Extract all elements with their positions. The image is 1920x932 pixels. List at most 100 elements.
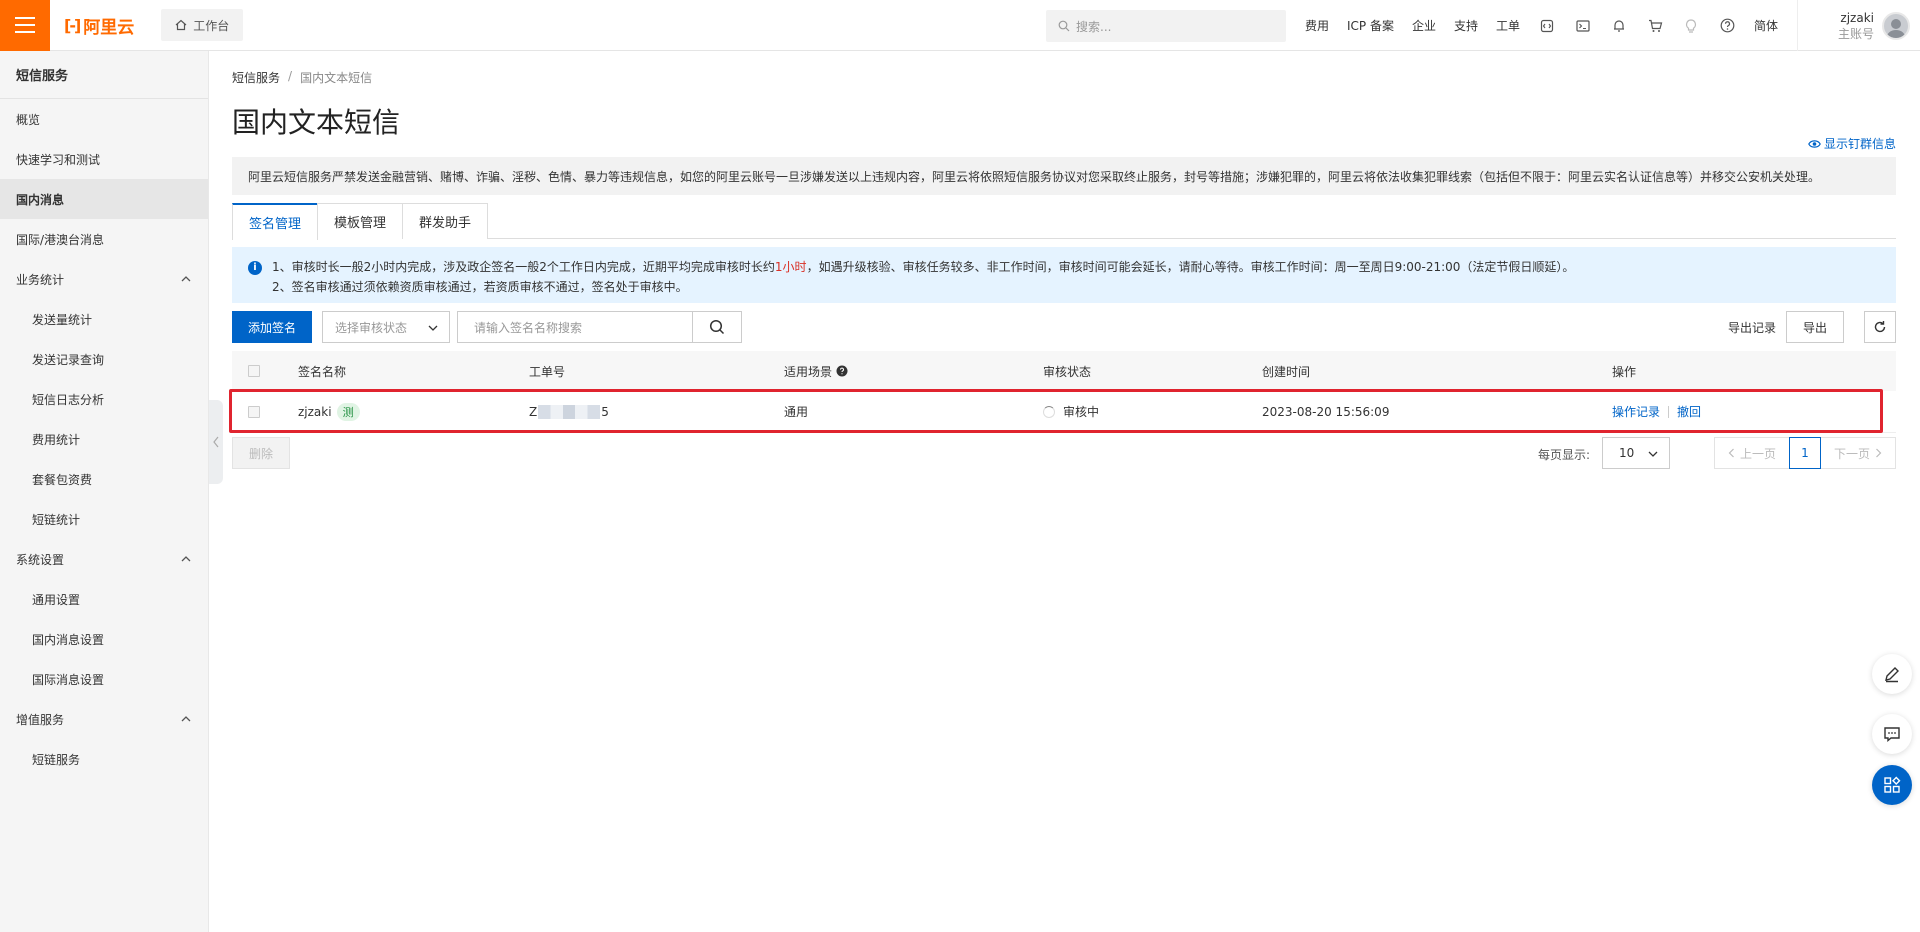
sidebar-item[interactable]: 发送记录查询: [0, 339, 208, 379]
nav-icp[interactable]: ICP 备案: [1338, 17, 1403, 34]
sidebar-list: 概览 快速学习和测试 国内消息 国际/港澳台消息业务统计发送量统计发送记录查询短信日志…: [0, 99, 208, 779]
sidebar-item[interactable]: 发送量统计: [0, 299, 208, 339]
aliyun-logo[interactable]: [-] 阿里云: [64, 13, 134, 38]
breadcrumb-root[interactable]: 短信服务: [232, 69, 280, 86]
sidebar-item[interactable]: 快速学习和测试: [0, 139, 208, 179]
sidebar-item[interactable]: 通用设置: [0, 579, 208, 619]
sidebar-item-label: 通用设置: [32, 592, 81, 607]
language-switch[interactable]: 简体: [1745, 17, 1787, 34]
table-header: 签名名称 工单号 适用场景 审核状态 创建时间 操作: [232, 351, 1896, 391]
help-icon[interactable]: [1709, 0, 1745, 51]
page-title: 国内文本短信: [232, 106, 401, 139]
nav-ticket[interactable]: 工单: [1487, 17, 1529, 34]
sidebar-collapse-toggle[interactable]: [209, 400, 223, 484]
next-page-button[interactable]: 下一页: [1821, 438, 1895, 468]
search-icon: [709, 319, 725, 335]
chevron-down-icon: [1648, 451, 1658, 457]
chat-button[interactable]: [1872, 714, 1912, 754]
sidebar-item[interactable]: 国内消息: [0, 179, 208, 219]
add-signature-button[interactable]: 添加签名: [232, 311, 313, 343]
apps-button[interactable]: [1872, 765, 1912, 805]
terminal-icon[interactable]: [1565, 0, 1601, 51]
search-button[interactable]: [692, 311, 742, 343]
table-footer: 删除 每页显示: 10 上一页 1 下一页: [232, 437, 1896, 469]
sidebar-item[interactable]: 短链服务: [0, 739, 208, 779]
show-ding-label: 显示钉群信息: [1823, 137, 1896, 151]
nav-support[interactable]: 支持: [1445, 17, 1487, 34]
test-badge: 测: [336, 402, 360, 421]
row-checkbox[interactable]: [248, 405, 260, 418]
chevron-right-icon: [1876, 448, 1882, 458]
sidebar-item[interactable]: 费用统计: [0, 419, 208, 459]
cart-icon[interactable]: [1637, 0, 1673, 51]
nav-enterprise[interactable]: 企业: [1403, 17, 1445, 34]
export-records-link[interactable]: 导出记录: [1728, 319, 1776, 336]
show-ding-info-link[interactable]: 显示钉群信息: [1808, 135, 1896, 152]
global-search-input[interactable]: 搜索...: [1046, 10, 1286, 42]
select-all-checkbox[interactable]: [248, 365, 260, 377]
page-number-button[interactable]: 1: [1789, 437, 1821, 469]
chat-icon: [1884, 727, 1900, 742]
sidebar-item[interactable]: 国际消息设置: [0, 659, 208, 699]
prev-page-button[interactable]: 上一页: [1715, 438, 1789, 468]
sidebar-item[interactable]: 国际/港澳台消息: [0, 219, 208, 259]
operation-log-link[interactable]: 操作记录: [1612, 403, 1660, 420]
search-icon: [1058, 20, 1070, 32]
sidebar-item-label: 国内消息设置: [32, 632, 105, 647]
sidebar-item[interactable]: 概览: [0, 99, 208, 139]
compliance-warning: 阿里云短信服务严禁发送金融营销、赌博、诈骗、淫秽、色情、暴力等违规信息，如您的阿…: [232, 157, 1896, 195]
ide-icon[interactable]: [1529, 0, 1565, 51]
delete-button[interactable]: 删除: [232, 437, 290, 469]
review-status-select[interactable]: 选择审核状态: [322, 311, 450, 343]
tab-signature-management[interactable]: 签名管理: [232, 203, 319, 240]
feedback-edit-button[interactable]: [1872, 654, 1912, 694]
question-icon[interactable]: [836, 365, 848, 377]
info-highlight-time: 1小时: [774, 260, 807, 274]
sidebar-item[interactable]: 国内消息设置: [0, 619, 208, 659]
user-role: 主账号: [1837, 26, 1874, 41]
review-status-placeholder: 选择审核状态: [335, 320, 408, 335]
sidebar-group[interactable]: 增值服务: [0, 699, 208, 739]
avatar[interactable]: [1882, 11, 1910, 40]
sidebar-group[interactable]: 业务统计: [0, 259, 208, 299]
sidebar: 短信服务 概览 快速学习和测试 国内消息 国际/港澳台消息 业务统计 发送量统计 发送记录查…: [0, 51, 209, 932]
sidebar-item[interactable]: 套餐包资费: [0, 459, 208, 499]
tab-template-management[interactable]: 模板管理: [317, 203, 404, 239]
user-names: zjzaki 主账号: [1838, 10, 1874, 42]
export-button[interactable]: 导出: [1786, 311, 1844, 343]
sidebar-item-label: 短链服务: [32, 752, 81, 767]
eye-icon: [1808, 139, 1821, 148]
sidebar-item-label: 发送记录查询: [32, 352, 105, 367]
refresh-icon: [1874, 321, 1886, 333]
review-info-notice: i 1、审核时长一般2小时内完成，涉及政企签名一般2个工作日内完成，近期平均完成…: [232, 247, 1896, 303]
tab-bulk-assistant[interactable]: 群发助手: [402, 203, 489, 239]
revoke-link[interactable]: 撤回: [1677, 403, 1701, 420]
sidebar-item[interactable]: 短链统计: [0, 499, 208, 539]
sidebar-group[interactable]: 系统设置: [0, 539, 208, 579]
refresh-button[interactable]: [1864, 311, 1896, 343]
sidebar-item-label: 发送量统计: [32, 312, 93, 327]
actions-cell: 操作记录 撤回: [1612, 391, 1701, 432]
redacted-order-number: [538, 404, 601, 419]
signature-search-input[interactable]: 请输入签名名称搜索: [457, 311, 693, 343]
bell-icon[interactable]: [1601, 0, 1637, 51]
breadcrumb-current: 国内文本短信: [300, 71, 373, 85]
sidebar-item-label: 业务统计: [16, 272, 65, 287]
column-header-created: 创建时间: [1262, 364, 1311, 379]
user-name: zjzaki: [1840, 10, 1874, 25]
user-menu[interactable]: zjzaki 主账号: [1796, 0, 1920, 51]
bulb-icon[interactable]: [1673, 0, 1709, 51]
column-header-name: 签名名称: [298, 364, 347, 379]
column-header-scene: 适用场景: [784, 351, 848, 391]
select-all-cell: [248, 351, 260, 391]
chevron-left-icon: [213, 436, 219, 448]
sidebar-item[interactable]: 短信日志分析: [0, 379, 208, 419]
logo-text: 阿里云: [83, 17, 135, 38]
menu-hamburger-button[interactable]: [0, 0, 50, 51]
chevron-left-icon: [1728, 448, 1734, 458]
sidebar-item-label: 系统设置: [16, 552, 65, 567]
per-page-select[interactable]: 10: [1602, 437, 1670, 469]
nav-fees[interactable]: 费用: [1296, 17, 1338, 34]
column-header-order: 工单号: [529, 364, 566, 379]
workbench-button[interactable]: 工作台: [161, 9, 244, 41]
